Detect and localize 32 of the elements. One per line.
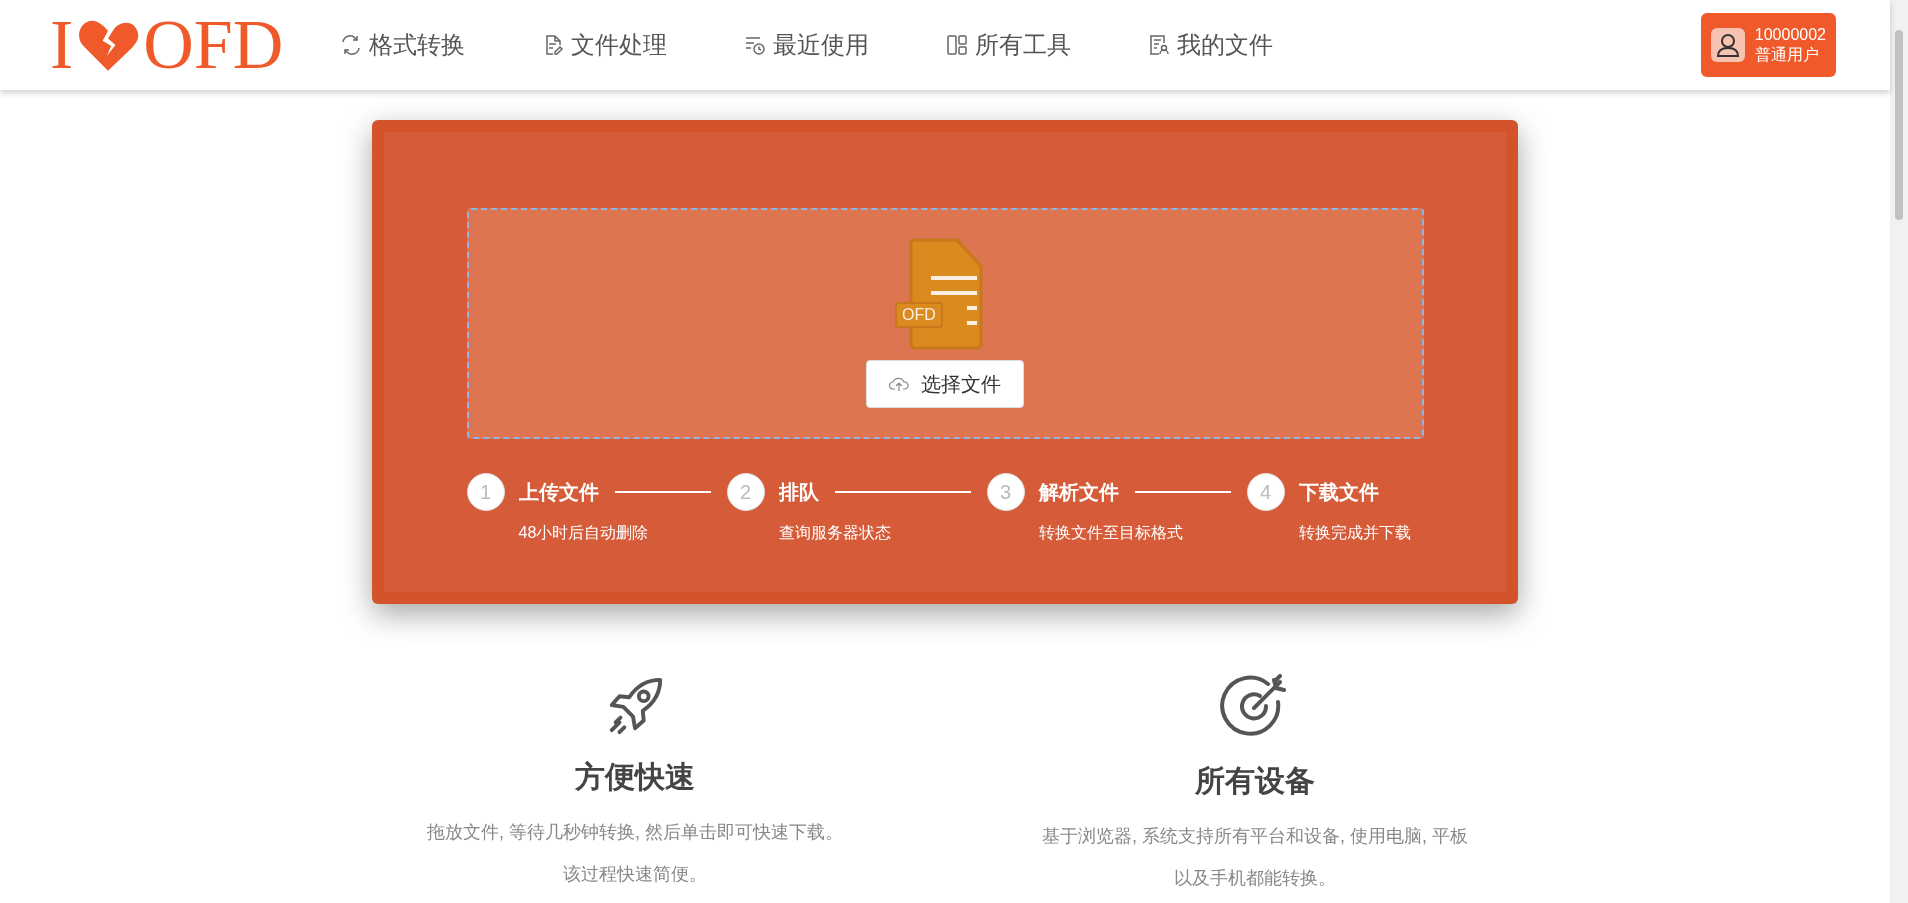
step-title: 解析文件 bbox=[1038, 480, 1119, 505]
ofd-badge: OFD bbox=[895, 302, 943, 328]
feature-title: 所有设备 bbox=[1195, 763, 1315, 799]
choose-file-button[interactable]: 选择文件 bbox=[866, 360, 1024, 408]
user-avatar-icon bbox=[1710, 28, 1745, 62]
step-number: 1 bbox=[466, 473, 505, 511]
document-user-icon bbox=[1147, 33, 1172, 57]
step-subtitle: 48小时后自动删除 bbox=[518, 523, 650, 543]
step-subtitle: 查询服务器状态 bbox=[778, 523, 892, 543]
step-title: 排队 bbox=[778, 480, 819, 505]
feature-description: 拖放文件, 等待几秒钟转换, 然后单击即可快速下载。该过程快速简便。 bbox=[426, 821, 844, 886]
cloud-upload-icon bbox=[889, 376, 909, 392]
drop-zone[interactable]: OFD 选择文件 bbox=[466, 208, 1424, 439]
nav-link[interactable]: 文件处理 bbox=[541, 27, 668, 63]
step-number: 4 bbox=[1246, 473, 1285, 511]
nav-link[interactable]: 我的文件 bbox=[1147, 27, 1274, 63]
step-subtitle: 转换完成并下载 bbox=[1298, 523, 1411, 543]
step-subtitle: 转换文件至目标格式 bbox=[1038, 523, 1184, 543]
nav-link[interactable]: 最近使用 bbox=[743, 27, 870, 63]
step-number: 2 bbox=[726, 473, 765, 511]
step-title: 下载文件 bbox=[1298, 480, 1379, 505]
user-role: 普通用户 bbox=[1754, 45, 1819, 65]
grid-icon bbox=[945, 33, 970, 57]
nav-link[interactable]: 格式转换 bbox=[339, 27, 466, 63]
scrollbar-thumb[interactable] bbox=[1895, 30, 1903, 220]
step-title: 上传文件 bbox=[518, 480, 599, 505]
step-number: 3 bbox=[986, 473, 1025, 511]
feature-title: 方便快速 bbox=[575, 759, 695, 795]
user-id: 10000002 bbox=[1754, 25, 1826, 45]
nav-link[interactable]: 所有工具 bbox=[945, 27, 1072, 63]
feature-description: 基于浏览器, 系统支持所有平台和设备, 使用电脑, 平板以及手机都能转换。 bbox=[1041, 825, 1469, 890]
scrollbar[interactable] bbox=[1890, 0, 1908, 903]
